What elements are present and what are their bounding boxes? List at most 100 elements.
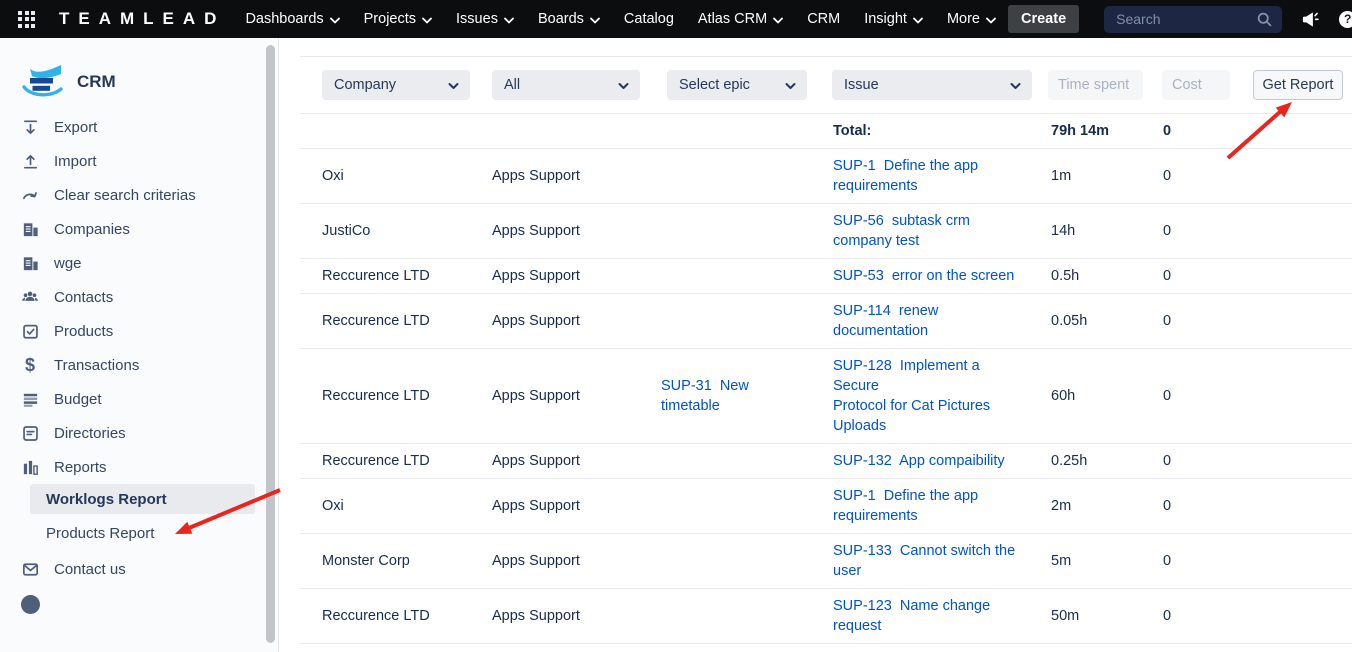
- sidebar-item-budget[interactable]: Budget: [20, 382, 278, 416]
- sidebar-item-clear-search-criterias[interactable]: Clear search criterias: [20, 178, 278, 212]
- total-cost: 0: [1141, 114, 1352, 149]
- company-cell: JustiCo: [300, 204, 470, 259]
- epic-filter-select[interactable]: Select epic: [667, 70, 807, 100]
- issue-link[interactable]: SUP-133 Cannot switch the user: [833, 543, 1015, 579]
- sidebar-item-export[interactable]: Export: [20, 110, 278, 144]
- sidebar-report-links: Worklogs Report Products Report: [20, 484, 278, 548]
- reports-icon: [20, 458, 40, 477]
- issue-link[interactable]: SUP-1 Define the app requirements: [833, 158, 978, 194]
- epic-cell: [639, 479, 811, 534]
- company-cell: Reccurence LTD: [300, 644, 470, 652]
- chevron-down-icon: [448, 82, 459, 90]
- sidebar-item-label: Export: [54, 119, 97, 136]
- worklog-row: OxiApps SupportSUP-1 Define the app requ…: [300, 149, 1352, 204]
- nav-item-dashboards[interactable]: Dashboards: [233, 0, 351, 38]
- sidebar-item-contact-us[interactable]: Contact us: [20, 552, 278, 586]
- nav-item-catalog[interactable]: Catalog: [612, 0, 686, 38]
- cost-cell: 0: [1141, 589, 1352, 644]
- nav-item-label: CRM: [807, 11, 840, 27]
- sidebar-item-companies[interactable]: Companies: [20, 212, 278, 246]
- epic-cell: [639, 534, 811, 589]
- worklog-row: Reccurence LTDApps SupportSUP-53 error o…: [300, 259, 1352, 294]
- project-cell: Apps Support: [470, 479, 639, 534]
- nav-item-label: Issues: [456, 11, 498, 27]
- company-cell: Reccurence LTD: [300, 349, 470, 444]
- search-input[interactable]: [1114, 10, 1256, 28]
- total-label: Total:: [811, 114, 1029, 149]
- sidebar-actions-list: Export Import Clear search criterias: [20, 110, 278, 212]
- sidebar-item-label: Transactions: [54, 357, 139, 374]
- issue-link[interactable]: SUP-114 renew documentation: [833, 303, 938, 339]
- sidebar-item-directories[interactable]: Directories: [20, 416, 278, 450]
- create-button[interactable]: Create: [1008, 5, 1079, 33]
- company-cell: Oxi: [300, 479, 470, 534]
- sidebar-item-label: Directories: [54, 425, 126, 442]
- worklog-row: Reccurence LTDApps SupportSUP-114 renew …: [300, 294, 1352, 349]
- epic-cell: [639, 204, 811, 259]
- issue-cell: SUP-1 Define the app requirements: [811, 479, 1029, 534]
- issue-link[interactable]: SUP-132 App compaibility: [833, 453, 1005, 469]
- help-icon[interactable]: ?: [1339, 11, 1352, 28]
- get-report-button[interactable]: Get Report: [1253, 70, 1343, 100]
- issue-cell: SUP-53 error on the screen: [811, 259, 1029, 294]
- company-filter-select[interactable]: Company: [322, 70, 470, 100]
- chevron-down-icon: [986, 17, 996, 24]
- worklog-row: JustiCoApps SupportSUP-56 subtask crm co…: [300, 204, 1352, 259]
- chevron-down-icon: [422, 17, 432, 24]
- epic-cell: [639, 644, 811, 652]
- time-spent-input[interactable]: [1048, 70, 1143, 100]
- issue-link[interactable]: SUP-128 Implement a Secure Protocol for …: [833, 358, 990, 434]
- chevron-down-icon: [773, 17, 783, 24]
- sidebar-sublink-label: Products Report: [46, 525, 154, 542]
- export-icon: [20, 118, 40, 137]
- cut-off-menu-icon: [21, 595, 40, 614]
- sidebar-item-label: Clear search criterias: [54, 187, 196, 204]
- time-spent-cell: 14h: [1029, 204, 1141, 259]
- time-spent-cell: 0.25h: [1029, 444, 1141, 479]
- sidebar-item-wge[interactable]: wge: [20, 246, 278, 280]
- issue-link[interactable]: SUP-1 Define the app requirements: [833, 488, 978, 524]
- issue-cell: SUP-1 Define the app requirements: [811, 149, 1029, 204]
- nav-item-more[interactable]: More: [935, 0, 1008, 38]
- sidebar-item-products[interactable]: Products: [20, 314, 278, 348]
- sidebar-item-reports[interactable]: Reports: [20, 450, 278, 484]
- project-filter-select[interactable]: All: [492, 70, 640, 100]
- issue-link[interactable]: SUP-56 subtask crm company test: [833, 213, 970, 249]
- epic-link[interactable]: SUP-31 New timetable: [661, 378, 753, 414]
- time-spent-cell: 7m: [1029, 644, 1141, 652]
- nav-item-insight[interactable]: Insight: [852, 0, 935, 38]
- cost-input[interactable]: [1162, 70, 1230, 100]
- issue-cell: SUP-132 App compaibility: [811, 644, 1029, 652]
- sidebar-item-import[interactable]: Import: [20, 144, 278, 178]
- sidebar-item-contacts[interactable]: Contacts: [20, 280, 278, 314]
- nav-item-projects[interactable]: Projects: [352, 0, 444, 38]
- issue-link[interactable]: SUP-53 error on the screen: [833, 268, 1014, 284]
- worklogs-report-menu-item[interactable]: Worklogs Report: [30, 484, 255, 514]
- announcement-icon[interactable]: [1301, 10, 1320, 29]
- sidebar-item-label: Contact us: [54, 561, 126, 578]
- worklog-row: Monster CorpApps SupportSUP-133 Cannot s…: [300, 534, 1352, 589]
- issue-filter-select[interactable]: Issue: [832, 70, 1032, 100]
- nav-item-boards[interactable]: Boards: [526, 0, 612, 38]
- brand-logo[interactable]: TEAMLEAD: [59, 9, 225, 29]
- time-spent-cell: 5m: [1029, 534, 1141, 589]
- epic-cell: [639, 149, 811, 204]
- products-report-menu-item[interactable]: Products Report: [30, 518, 255, 548]
- epic-cell: SUP-31 New timetable: [639, 349, 811, 444]
- cost-cell: 0: [1141, 534, 1352, 589]
- top-navigation: TEAMLEAD DashboardsProjectsIssuesBoardsC…: [0, 0, 1352, 38]
- app-switcher-grid-icon[interactable]: [18, 11, 35, 28]
- nav-item-crm[interactable]: CRM: [795, 0, 852, 38]
- project-cell: Apps Support: [470, 294, 639, 349]
- sidebar-app-title: CRM: [77, 72, 116, 92]
- nav-item-atlas-crm[interactable]: Atlas CRM: [686, 0, 795, 38]
- sidebar: CRM Export Import Clear search criterias C…: [0, 38, 278, 652]
- chevron-down-icon: [785, 82, 796, 90]
- sidebar-scrollbar[interactable]: [266, 45, 275, 643]
- search-box[interactable]: [1104, 6, 1282, 33]
- nav-item-issues[interactable]: Issues: [444, 0, 526, 38]
- search-icon: [1256, 11, 1273, 28]
- crm-app-header[interactable]: CRM: [20, 54, 278, 110]
- issue-link[interactable]: SUP-123 Name change request: [833, 598, 990, 634]
- sidebar-item-transactions[interactable]: $Transactions: [20, 348, 278, 382]
